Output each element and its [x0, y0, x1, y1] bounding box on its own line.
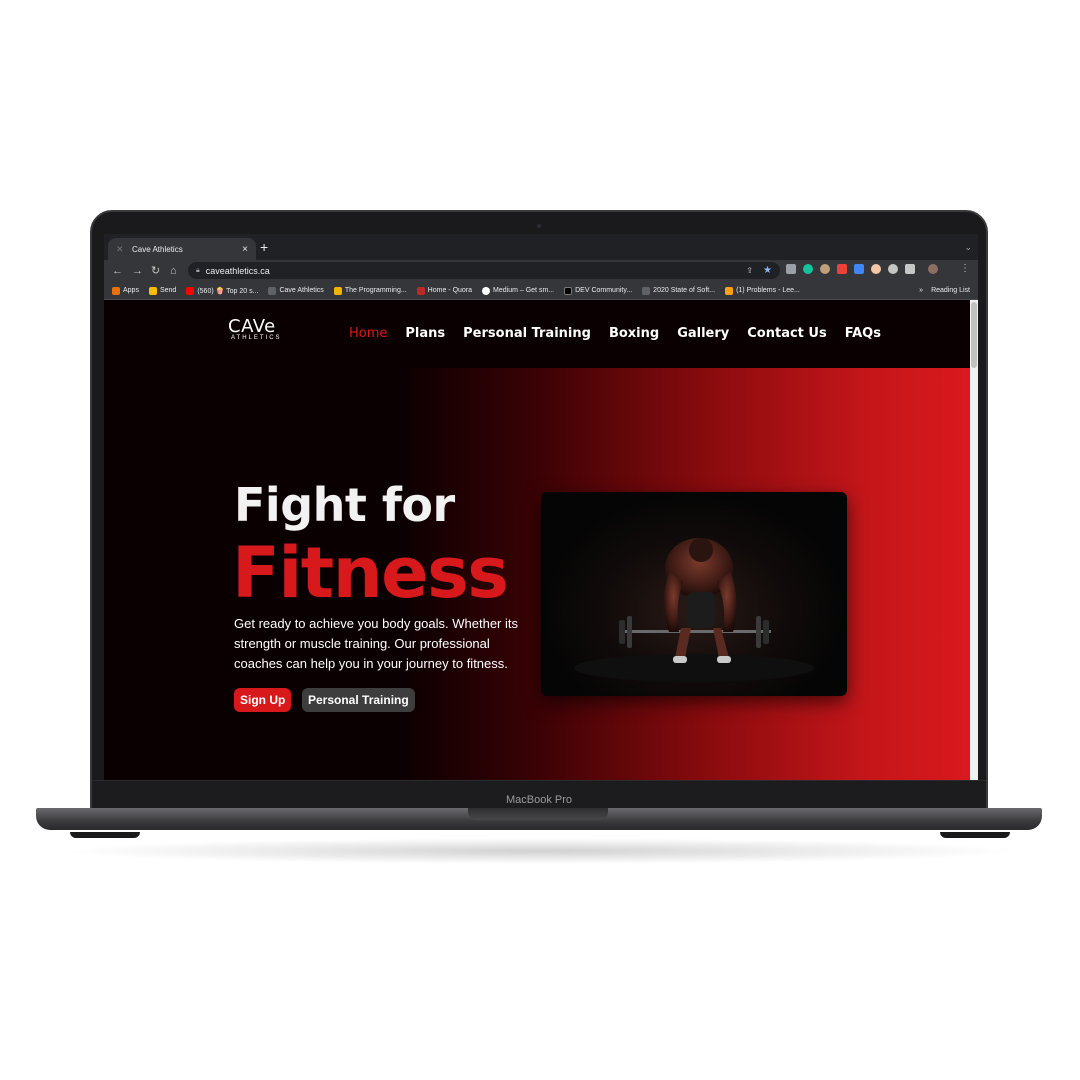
back-icon[interactable]: ← [112, 263, 123, 279]
bookmark-star-icon[interactable]: ★ [763, 265, 772, 276]
nav-gallery[interactable]: Gallery [677, 326, 729, 341]
laptop-shadow [60, 838, 1020, 864]
share-icon[interactable]: ⇪ [746, 266, 753, 275]
browser-tab-bar: ✕ Cave Athletics × + ⌄ [104, 234, 978, 260]
athlete-deadlift-illustration [574, 538, 814, 682]
camera-icon [537, 224, 541, 228]
url-text[interactable]: caveathletics.ca [206, 266, 747, 276]
apps-icon [112, 286, 120, 295]
bookmark-icon [148, 286, 157, 295]
leetcode-icon [725, 286, 734, 295]
bookmarks-overflow: » Reading List [919, 287, 970, 294]
tab-title: Cave Athletics [132, 244, 183, 254]
bookmark-item[interactable]: Home - Quora [416, 286, 472, 295]
hero-image [541, 492, 847, 696]
hero-title: Fight for [234, 478, 455, 532]
quora-icon [416, 286, 425, 295]
nav-faqs[interactable]: FAQs [845, 326, 881, 341]
bookmark-item[interactable]: Medium – Get sm... [482, 286, 554, 295]
nav-personal-training[interactable]: Personal Training [463, 326, 591, 341]
reading-list-button[interactable]: Reading List [931, 287, 970, 294]
bookmark-item[interactable]: Apps [112, 286, 139, 295]
hero-description: Get ready to achieve you body goals. Whe… [234, 616, 518, 671]
hero-section: Fight for Fitness Get ready to achieve y… [104, 368, 970, 780]
puzzle-icon[interactable] [905, 264, 915, 274]
bookmark-item[interactable]: Cave Athletics [268, 286, 324, 295]
new-tab-button[interactable]: + [260, 240, 268, 254]
menu-icon[interactable]: ⋮ [960, 263, 970, 274]
reload-icon[interactable]: ↻ [151, 263, 160, 279]
bookmark-icon [642, 286, 651, 295]
forward-icon[interactable]: → [132, 263, 143, 279]
nav-home[interactable]: Home [349, 326, 387, 341]
bookmark-item[interactable]: The Programming... [333, 286, 407, 295]
favicon-icon: ✕ [116, 244, 124, 254]
extension-icon[interactable] [837, 264, 847, 274]
laptop-notch [468, 808, 608, 820]
extension-icon[interactable] [871, 264, 881, 274]
site-header: CAVe ATHLETICS Home Plans Personal Train… [104, 300, 970, 368]
logo-wordmark: CAVe [228, 316, 276, 337]
bookmark-item[interactable]: Send [148, 286, 176, 295]
extension-icon[interactable] [786, 264, 796, 274]
extension-icon[interactable] [888, 264, 898, 274]
bookmark-icon [268, 286, 277, 295]
nav-plans[interactable]: Plans [405, 326, 445, 341]
nav-contact-us[interactable]: Contact Us [747, 326, 826, 341]
bookmark-item[interactable]: DEV Community... [564, 286, 632, 295]
bookmark-icon [333, 286, 342, 295]
grammarly-icon[interactable] [803, 264, 813, 274]
bookmark-item[interactable]: (1) Problems - Lee... [725, 286, 800, 295]
personal-training-button[interactable]: Personal Training [302, 688, 415, 712]
page-scrollbar[interactable] [970, 300, 978, 780]
laptop-foot [70, 832, 140, 838]
hero-title-accent: Fitness [232, 532, 509, 614]
extension-icon[interactable] [820, 264, 830, 274]
extension-icon[interactable] [854, 264, 864, 274]
lock-icon: 🔒︎ [196, 266, 200, 274]
main-nav: Home Plans Personal Training Boxing Gall… [349, 326, 881, 341]
browser-tab[interactable]: ✕ Cave Athletics × [108, 238, 256, 260]
address-bar[interactable]: 🔒︎ caveathletics.ca ⇪ ★ [188, 262, 780, 279]
more-bookmarks-icon[interactable]: » [919, 287, 923, 294]
dev-icon [564, 286, 573, 295]
medium-icon [482, 286, 491, 295]
cave-athletics-logo[interactable]: CAVe ATHLETICS [228, 316, 290, 346]
logo-subtitle: ATHLETICS [231, 335, 282, 341]
browser-toolbar: ← → ↻ ⌂ 🔒︎ caveathletics.ca ⇪ ★ ⋮ [104, 260, 978, 282]
bookmark-item[interactable]: 2020 State of Soft... [642, 286, 715, 295]
website: CAVe ATHLETICS Home Plans Personal Train… [104, 300, 970, 780]
home-icon[interactable]: ⌂ [170, 263, 177, 279]
bookmarks-bar: Apps Send (560) 🍿 Top 20 s... Cave Athle… [104, 282, 978, 300]
laptop-screen: ✕ Cave Athletics × + ⌄ ← → ↻ ⌂ 🔒︎ caveat… [104, 234, 978, 780]
scrollbar-thumb[interactable] [971, 302, 977, 368]
device-model-label: MacBook Pro [505, 794, 573, 806]
extensions-strip [786, 264, 938, 274]
youtube-icon [186, 286, 195, 295]
tab-search-icon[interactable]: ⌄ [964, 242, 972, 253]
sign-up-button[interactable]: Sign Up [234, 688, 292, 712]
laptop-foot [940, 832, 1010, 838]
bookmark-item[interactable]: (560) 🍿 Top 20 s... [186, 286, 258, 295]
nav-boxing[interactable]: Boxing [609, 326, 659, 341]
avatar[interactable] [928, 264, 938, 274]
tab-close-icon[interactable]: × [242, 244, 248, 255]
